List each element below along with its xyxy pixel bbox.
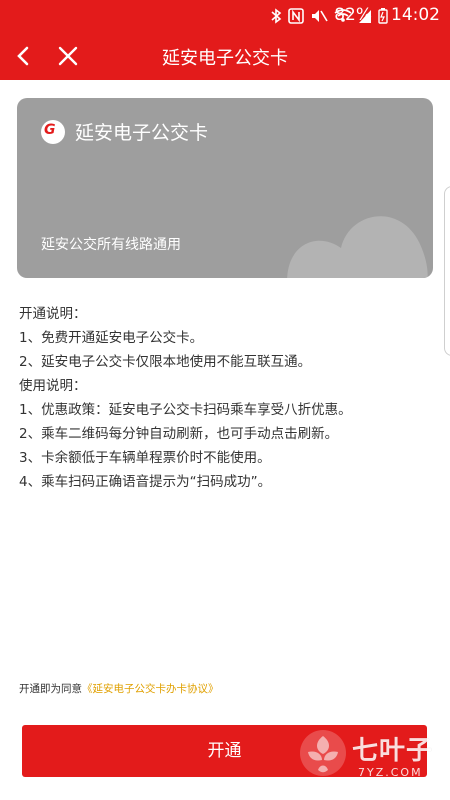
status-bar: 82% 14:02 [0, 0, 450, 32]
instruction-line: 2、乘车二维码每分钟自动刷新，也可手动点击刷新。 [19, 426, 339, 442]
app-bar: 延安电子公交卡 [0, 32, 450, 80]
mute-icon [312, 10, 328, 22]
instruction-line: 1、优惠政策：延安电子公交卡扫码乘车享受八折优惠。 [19, 402, 352, 418]
cloud-icon [287, 216, 428, 278]
battery-percent: 82% [334, 5, 372, 25]
card-title: 延安电子公交卡 [75, 122, 209, 144]
side-panel-edge[interactable] [444, 186, 450, 356]
agreement-text: 开通即为同意《延安电子公交卡办卡协议》 [19, 681, 219, 696]
agreement-link[interactable]: 《延安电子公交卡办卡协议》 [82, 683, 219, 695]
page-title: 延安电子公交卡 [162, 48, 288, 69]
card-subtitle: 延安公交所有线路通用 [41, 237, 181, 253]
leaf-logo-icon [300, 730, 346, 776]
nfc-icon [288, 8, 304, 24]
battery-icon [378, 8, 388, 24]
instruction-line: 使用说明： [19, 378, 87, 394]
instruction-line: 开通说明： [19, 306, 87, 322]
watermark: 七叶子 7YZ.COM [296, 720, 446, 792]
instruction-line: 3、卡余额低于车辆单程票价时不能使用。 [19, 450, 271, 466]
instruction-line: 1、免费开通延安电子公交卡。 [19, 330, 204, 346]
agreement-prefix: 开通即为同意 [19, 683, 82, 695]
watermark-cn: 七叶子 [352, 736, 434, 766]
instruction-line: 4、乘车扫码正确语音提示为“扫码成功”。 [19, 474, 272, 490]
card-logo-text: G [44, 122, 56, 138]
instructions: 开通说明： 1、免费开通延安电子公交卡。 2、延安电子公交卡仅限本地使用不能互联… [19, 302, 429, 494]
bluetooth-icon [271, 8, 282, 24]
instruction-line: 2、延安电子公交卡仅限本地使用不能互联互通。 [19, 354, 312, 370]
bus-card: G 延安电子公交卡 延安公交所有线路通用 [17, 98, 433, 278]
card-logo: G [41, 120, 65, 144]
watermark-en: 7YZ.COM [358, 766, 423, 779]
clock: 14:02 [391, 5, 440, 25]
